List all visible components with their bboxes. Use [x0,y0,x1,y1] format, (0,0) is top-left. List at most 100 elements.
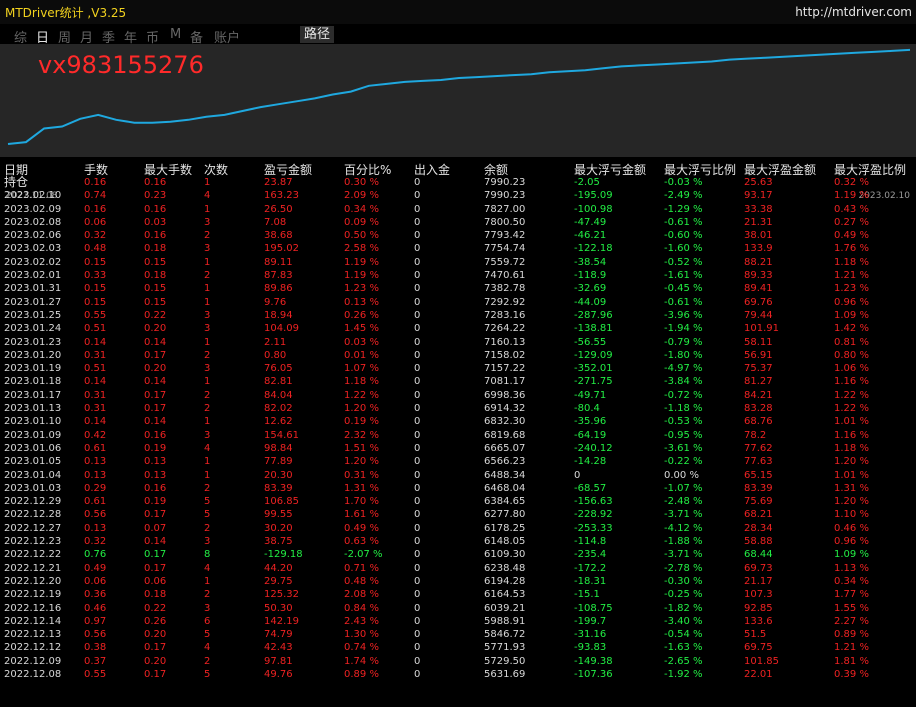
site-url-link[interactable]: http://mtdriver.com [795,5,912,19]
table-row[interactable]: 2023.01.18 0.14 0.14 1 82.81 1.18 % 0 7081.17 -2… [0,375,916,388]
table-cell: 30.20 [264,522,293,534]
table-row[interactable]: 2023.01.25 0.55 0.22 3 18.94 0.26 % 0 7283.16 -2… [0,309,916,322]
table-row[interactable]: 2023.01.04 0.13 0.13 1 20.30 0.31 % 0 6488.34 0 0… [0,469,916,482]
table-cell: 持仓 [4,175,29,189]
table-cell: 7158.02 [484,349,526,361]
table-cell: 0.31 % [344,469,379,481]
table-cell: 3 [204,309,211,321]
table-row[interactable]: 2023.01.24 0.51 0.20 3 104.09 1.45 % 0 7264.22 -… [0,322,916,335]
table-row[interactable]: 2023.02.02 0.15 0.15 1 89.11 1.19 % 0 7559.72 -3… [0,256,916,269]
table-cell: -0.60 % [664,230,703,242]
table-cell: 0 [414,349,421,361]
table-row[interactable]: 2022.12.19 0.36 0.18 2 125.32 2.08 % 0 6164.53 -… [0,588,916,601]
table-cell: 0 [414,270,421,282]
tab-10[interactable]: 路径 [300,26,335,43]
table-cell: 75.37 [744,363,773,375]
table-row[interactable]: 2023.02.08 0.06 0.03 3 7.08 0.09 % 0 7800.50 -47… [0,216,916,229]
table-row[interactable]: 2022.12.16 0.46 0.22 3 50.30 0.84 % 0 6039.21 -1… [0,602,916,615]
table-cell: 0.17 [144,549,167,561]
table-cell: 56.91 [744,349,773,361]
table-cell: 7264.22 [484,323,526,335]
table-row[interactable]: 2023.01.06 0.61 0.19 4 98.84 1.51 % 0 6665.07 -2… [0,442,916,455]
table-row[interactable]: 2023.01.05 0.13 0.13 1 77.89 1.20 % 0 6566.23 -1… [0,455,916,468]
table-cell: -156.63 [574,496,613,508]
table-cell: 4 [204,562,211,574]
table-cell: 0 [414,389,421,401]
table-cell: 0.56 [84,629,107,641]
table-row[interactable]: 2023.02.01 0.33 0.18 2 87.83 1.19 % 0 7470.61 -1… [0,269,916,282]
table-cell: 0.96 % [834,296,869,308]
table-cell: 0 [414,589,421,601]
table-cell: 5729.50 [484,655,526,667]
table-cell: 1.09 % [834,309,869,321]
table-cell: 5 [204,668,211,680]
table-cell: 42.43 [264,642,293,654]
table-row[interactable]: 2022.12.28 0.56 0.17 5 99.55 1.61 % 0 6277.80 -2… [0,508,916,521]
table-cell: 1.45 % [344,323,379,335]
table-cell: 2 [204,482,211,494]
table-cell: 0.29 [84,482,107,494]
table-row[interactable]: 2022.12.20 0.06 0.06 1 29.75 0.48 % 0 6194.28 -1… [0,575,916,588]
table-row[interactable]: 2022.12.09 0.37 0.20 2 97.81 1.74 % 0 5729.50 -1… [0,655,916,668]
table-row[interactable]: 2023.02.10 0.74 0.23 4 163.23 2.09 % 0 7990.23 -… [0,189,916,202]
table-cell: 0.50 % [344,230,379,242]
table-cell: 2023.02.02 [4,256,62,268]
table-cell: 1.01 % [834,469,869,481]
table-row[interactable]: 2023.02.03 0.48 0.18 3 195.02 2.58 % 0 7754.74 -… [0,242,916,255]
table-cell: 1.06 % [834,363,869,375]
table-row[interactable]: 2023.01.20 0.31 0.17 2 0.80 0.01 % 0 7158.02 -12… [0,349,916,362]
table-row[interactable]: 2023.01.27 0.15 0.15 1 9.76 0.13 % 0 7292.92 -44… [0,296,916,309]
table-row[interactable]: 2023.01.13 0.31 0.17 2 82.02 1.20 % 0 6914.32 -8… [0,402,916,415]
table-row[interactable]: 2023.01.09 0.42 0.16 3 154.61 2.32 % 0 6819.68 -… [0,429,916,442]
table-cell: 2022.12.14 [4,615,62,627]
table-cell: -1.63 % [664,642,703,654]
table-row[interactable]: 2022.12.23 0.32 0.14 3 38.75 0.63 % 0 6148.05 -1… [0,535,916,548]
table-row[interactable]: 2022.12.29 0.61 0.19 5 106.85 1.70 % 0 6384.65 -… [0,495,916,508]
table-cell: -49.71 [574,389,607,401]
table-row[interactable]: 2023.01.10 0.14 0.14 1 12.62 0.19 % 0 6832.30 -3… [0,415,916,428]
table-cell: 38.75 [264,536,293,548]
table-cell: -129.18 [264,549,303,561]
table-cell: -80.4 [574,403,600,415]
table-row[interactable]: 2022.12.14 0.97 0.26 6 142.19 2.43 % 0 5988.91 -… [0,615,916,628]
table-cell: 0 [414,177,421,188]
table-cell: 4 [204,442,211,454]
table-cell: 0.14 [84,416,107,428]
table-cell: 0.97 [84,615,107,627]
table-row[interactable]: 2023.02.06 0.32 0.16 2 38.68 0.50 % 0 7793.42 -4… [0,229,916,242]
table-cell: -68.57 [574,482,607,494]
table-row[interactable]: 2022.12.21 0.49 0.17 4 44.20 0.71 % 0 6238.48 -1… [0,562,916,575]
table-row[interactable]: 2022.12.12 0.38 0.17 4 42.43 0.74 % 0 5771.93 -9… [0,641,916,654]
table-row[interactable]: 持仓 0.16 0.16 1 23.87 0.30 % 0 7990.23 -2.05 -0.03… [0,176,916,189]
table-cell: 0.37 [84,655,107,667]
table-row[interactable]: 2023.01.17 0.31 0.17 2 84.04 1.22 % 0 6998.36 -4… [0,389,916,402]
table-row[interactable]: 2022.12.27 0.13 0.07 2 30.20 0.49 % 0 6178.25 -2… [0,522,916,535]
table-cell: 0.55 [84,668,107,680]
table-cell: 0.32 [84,536,107,548]
table-cell: -172.2 [574,562,607,574]
table-cell: 98.84 [264,442,293,454]
table-cell: 2 [204,230,211,242]
table-cell: 3 [204,216,211,228]
table-cell: 2.58 % [344,243,379,255]
table-row[interactable]: 2023.01.31 0.15 0.15 1 89.86 1.23 % 0 7382.78 -3… [0,282,916,295]
table-row[interactable]: 2022.12.22 0.76 0.17 8 -129.18 -2.07 % 0 6109.3… [0,548,916,561]
table-cell: 0.15 [144,296,167,308]
table-cell: 0.84 % [344,602,379,614]
table-cell: 0.31 [84,349,107,361]
table-cell: 0.31 [84,389,107,401]
table-cell: 0.80 % [834,349,869,361]
table-row[interactable]: 2023.01.03 0.29 0.16 2 83.39 1.31 % 0 6468.04 -6… [0,482,916,495]
table-row[interactable]: 2023.02.09 0.16 0.16 1 26.50 0.34 % 0 7827.00 -1… [0,203,916,216]
table-row[interactable]: 2023.01.23 0.14 0.14 1 2.11 0.03 % 0 7160.13 -56… [0,336,916,349]
table-cell: 6488.34 [484,469,526,481]
table-row[interactable]: 2023.01.19 0.51 0.20 3 76.05 1.07 % 0 7157.22 -3… [0,362,916,375]
table-row[interactable]: 2022.12.08 0.55 0.17 5 49.76 0.89 % 0 5631.69 -1… [0,668,916,681]
table-cell: 83.39 [264,482,293,494]
table-cell: 2 [204,522,211,534]
period-tab-bar: 综日周月季年币 M 备账户 路径 [0,24,916,46]
table-cell: 0.14 [84,336,107,348]
table-cell: 0 [414,216,421,228]
table-row[interactable]: 2022.12.13 0.56 0.20 5 74.79 1.30 % 0 5846.72 -3… [0,628,916,641]
tab-7[interactable]: M [170,27,181,42]
